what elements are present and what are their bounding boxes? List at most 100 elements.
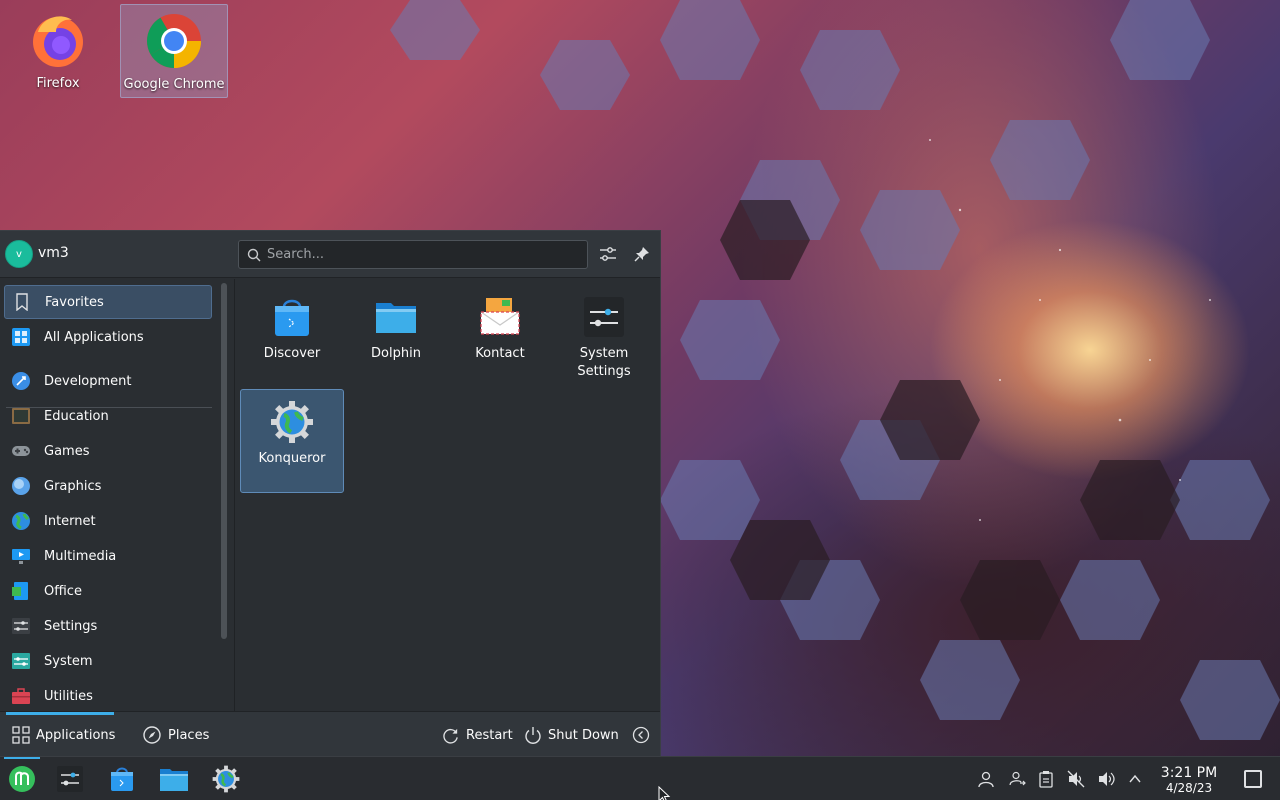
konqueror-icon	[212, 765, 240, 793]
app-tile-system-settings[interactable]: System Settings	[552, 285, 656, 389]
sidebar-item-all-applications[interactable]: All Applications	[4, 320, 212, 354]
compass-icon	[143, 726, 161, 744]
sidebar-item-utilities[interactable]: Utilities	[4, 679, 212, 711]
sidebar-item-education[interactable]: Education	[4, 399, 212, 433]
sidebar-item-games[interactable]: Games	[4, 434, 212, 468]
task-discover[interactable]	[106, 763, 138, 795]
avatar[interactable]: v	[5, 240, 33, 268]
sidebar-item-label: Graphics	[44, 478, 102, 494]
system-icon	[10, 650, 32, 672]
sidebar-item-system[interactable]: System	[4, 644, 212, 678]
grid-icon	[12, 726, 30, 744]
category-sidebar: Favorites All Applications Development E…	[0, 279, 216, 711]
system-settings-icon	[57, 766, 83, 792]
show-desktop-button[interactable]	[1244, 770, 1262, 788]
divider	[234, 279, 235, 711]
folder-icon	[376, 303, 416, 333]
tray-clipboard[interactable]	[1036, 769, 1056, 789]
desktop-icon-firefox[interactable]: Firefox	[4, 4, 112, 98]
tray-user[interactable]	[976, 769, 996, 789]
app-tile-konqueror[interactable]: Konqueror	[240, 389, 344, 493]
task-dolphin[interactable]	[158, 763, 190, 795]
sidebar-item-label: Multimedia	[44, 548, 117, 564]
app-label: Dolphin	[371, 346, 421, 361]
volume-muted-icon	[1067, 770, 1085, 788]
tray-volume-muted[interactable]	[1066, 769, 1086, 789]
application-launcher-button[interactable]	[6, 763, 38, 795]
sliders-icon	[600, 247, 616, 261]
desktop-icon-google-chrome[interactable]: Google Chrome	[120, 4, 228, 98]
clipboard-icon	[1039, 771, 1053, 788]
power-icon	[525, 727, 541, 744]
desktop-icon-label: Firefox	[36, 76, 80, 91]
sidebar-item-label: Utilities	[44, 688, 93, 704]
tray-user-switch[interactable]	[1007, 769, 1027, 789]
sidebar-item-label: Office	[44, 583, 82, 599]
clock-time[interactable]: 3:21 PM	[1150, 765, 1228, 781]
development-icon	[10, 370, 32, 392]
expand-tray-icon	[1129, 774, 1141, 783]
leave-menu-button[interactable]	[632, 724, 656, 746]
application-launcher-icon	[9, 766, 35, 792]
kontact-icon	[480, 298, 520, 335]
configure-button[interactable]	[597, 243, 619, 265]
clock-date[interactable]: 4/28/23	[1150, 781, 1228, 795]
sidebar-scrollbar[interactable]	[221, 283, 227, 639]
pin-button[interactable]	[631, 243, 653, 265]
mouse-cursor-icon	[658, 786, 671, 800]
volume-icon	[1099, 772, 1115, 786]
sidebar-item-settings[interactable]: Settings	[4, 609, 212, 643]
bookmark-icon	[11, 291, 33, 313]
sidebar-item-multimedia[interactable]: Multimedia	[4, 539, 212, 573]
multimedia-icon	[10, 545, 32, 567]
system-settings-icon	[584, 297, 624, 337]
sidebar-item-graphics[interactable]: Graphics	[4, 469, 212, 503]
sidebar-item-label: Education	[44, 408, 109, 424]
app-label: Kontact	[475, 346, 525, 361]
tab-applications[interactable]: Applications	[12, 724, 115, 746]
tray-volume[interactable]	[1096, 769, 1116, 789]
discover-icon	[111, 767, 133, 791]
search-icon	[247, 248, 261, 262]
tray-expand[interactable]	[1125, 769, 1145, 789]
sidebar-item-label: Internet	[44, 513, 96, 529]
sidebar-item-label: Settings	[44, 618, 98, 634]
task-konqueror[interactable]	[210, 763, 242, 795]
app-tile-discover[interactable]: Discover	[240, 285, 344, 389]
user-icon	[978, 771, 994, 788]
shutdown-button[interactable]: Shut Down	[524, 724, 619, 746]
restart-button[interactable]: Restart	[441, 724, 513, 746]
app-label: System Settings	[577, 346, 631, 379]
search-input[interactable]	[267, 244, 577, 265]
discover-icon	[275, 299, 309, 336]
education-icon	[10, 405, 32, 427]
settings-sliders-icon	[10, 615, 32, 637]
active-tab-indicator	[6, 712, 114, 715]
sidebar-item-development[interactable]: Development	[4, 364, 212, 398]
toolbox-icon	[10, 685, 32, 707]
desktop-icon-label: Google Chrome	[123, 77, 225, 92]
launcher-footer: Applications Places Restart Shut Down	[0, 711, 660, 757]
restart-label: Restart	[466, 727, 513, 743]
sidebar-item-label: Games	[44, 443, 90, 459]
restart-icon	[443, 728, 458, 743]
tab-places[interactable]: Places	[142, 724, 209, 746]
sidebar-item-favorites[interactable]: Favorites	[4, 285, 212, 319]
chevron-left-icon	[632, 726, 650, 744]
firefox-icon	[33, 16, 83, 67]
sidebar-item-office[interactable]: Office	[4, 574, 212, 608]
app-label: Konqueror	[258, 451, 326, 466]
search-field[interactable]	[238, 240, 588, 269]
user-switch-icon	[1009, 771, 1026, 786]
tab-label: Applications	[36, 727, 116, 743]
taskbar-panel: 3:21 PM 4/28/23	[0, 756, 1280, 800]
office-icon	[10, 580, 32, 602]
konqueror-icon	[271, 401, 313, 443]
app-tile-kontact[interactable]: Kontact	[448, 285, 552, 389]
gamepad-icon	[10, 440, 32, 462]
app-tile-dolphin[interactable]: Dolphin	[344, 285, 448, 389]
pin-icon	[634, 247, 649, 262]
sidebar-item-label: All Applications	[44, 329, 144, 345]
sidebar-item-internet[interactable]: Internet	[4, 504, 212, 538]
task-system-settings[interactable]	[54, 763, 86, 795]
